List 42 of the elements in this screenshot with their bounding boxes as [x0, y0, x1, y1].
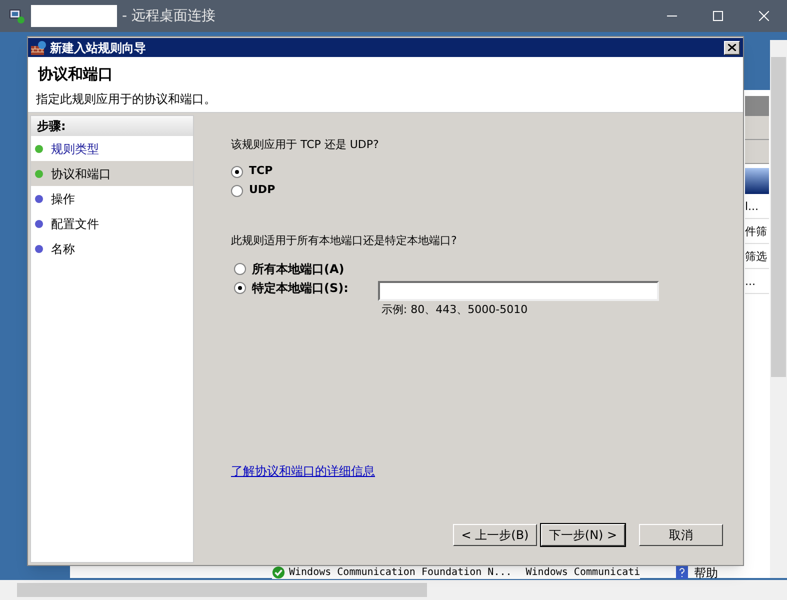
console-section-header — [745, 168, 769, 194]
radio-button[interactable] — [231, 166, 243, 178]
wizard-step[interactable]: 协议和端口 — [31, 161, 193, 186]
page-heading: 协议和端口 — [38, 64, 114, 85]
wizard-button[interactable]: < 上一步(B) — [453, 524, 537, 546]
wizard-step[interactable]: 操作 — [31, 186, 193, 211]
window-title: - 远程桌面连接 — [122, 6, 216, 26]
firewall-icon — [31, 40, 47, 54]
close-button[interactable] — [724, 40, 740, 54]
port-option[interactable]: 所有本地端口(A) — [252, 260, 344, 278]
radio-button[interactable] — [234, 263, 246, 275]
wizard-step[interactable]: 名称 — [31, 236, 193, 261]
wizard-step[interactable]: 配置文件 — [31, 211, 193, 236]
page-description: 指定此规则应用于的协议和端口。 — [36, 90, 217, 108]
radio-button[interactable] — [231, 184, 243, 196]
close-icon — [728, 44, 736, 51]
rule-group: Windows Communicati — [526, 565, 640, 580]
remote-desktop-icon — [9, 8, 25, 24]
help-link[interactable]: 了解协议和端口的详细信息 — [231, 462, 375, 480]
maximize-icon — [713, 11, 723, 21]
port-input-field[interactable] — [378, 281, 660, 301]
console-action-text: 筛选 — [745, 244, 769, 269]
console-action-text: l... — [745, 194, 769, 219]
console-action-text: 件筛 — [745, 219, 769, 244]
wizard-button[interactable]: 下一步(N) > — [541, 524, 625, 546]
scrollbar-thumb[interactable] — [17, 583, 427, 597]
protocol-question: 该规则应用于 TCP 还是 UDP? — [231, 137, 380, 153]
port-question: 此规则适用于所有本地端口还是特定本地端口? — [231, 232, 458, 248]
radio-button[interactable] — [234, 282, 246, 294]
console-action-text: ... — [745, 269, 769, 294]
scrollbar-thumb[interactable] — [771, 57, 786, 377]
protocol-option[interactable]: TCP — [249, 163, 273, 180]
steps-title: 步骤: — [31, 116, 193, 136]
port-option[interactable]: 特定本地端口(S): — [252, 279, 348, 297]
wizard-button[interactable]: 取消 — [639, 524, 723, 546]
dialog-title: 新建入站规则向导 — [50, 40, 146, 56]
wizard-step[interactable]: 规则类型 — [31, 136, 193, 161]
protocol-option[interactable]: UDP — [249, 182, 276, 199]
rule-name: Windows Communication Foundation N... — [289, 566, 512, 580]
help-action[interactable]: 帮助 — [694, 564, 718, 582]
port-example: 示例: 80、443、5000-5010 — [381, 302, 529, 318]
close-icon — [759, 11, 769, 21]
